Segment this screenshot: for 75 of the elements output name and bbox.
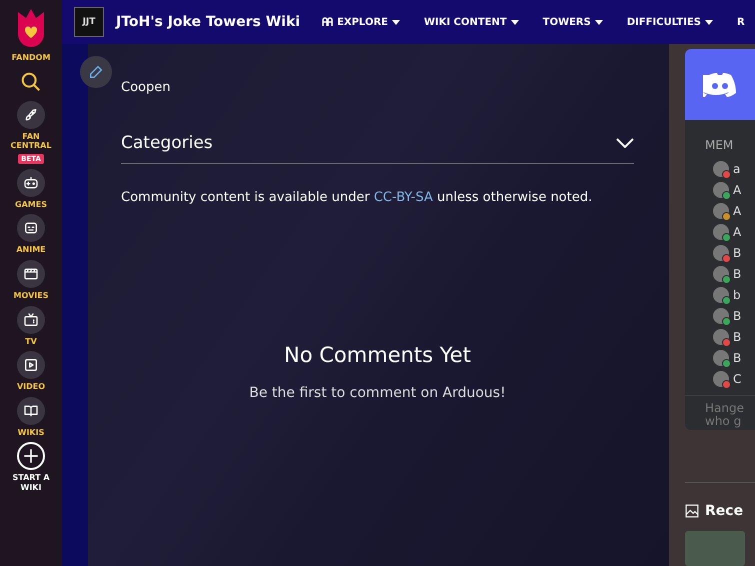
rail-icon-button[interactable] [17, 260, 45, 288]
recent-images-heading: Rece [705, 503, 744, 519]
member-name[interactable]: B [733, 246, 742, 260]
author-name[interactable]: Coopen [121, 80, 634, 95]
member-name[interactable]: a [733, 162, 740, 176]
caret-icon [705, 20, 713, 24]
member-avatar[interactable] [713, 266, 729, 282]
rail-item-label[interactable]: FAN CENTRAL [4, 132, 58, 151]
member-avatar[interactable] [713, 160, 729, 176]
license-text: Community content is available under CC-BY-SA unless otherwise noted. [121, 190, 594, 205]
discord-logo[interactable] [703, 72, 737, 98]
rail-item-label[interactable]: VIDEO [4, 382, 58, 392]
member-avatar[interactable] [713, 286, 729, 302]
rail-icon-button[interactable] [17, 442, 45, 470]
gamepad-icon [23, 174, 39, 191]
member-avatar[interactable] [713, 224, 729, 240]
caret-icon [510, 20, 519, 24]
image-icon [685, 504, 699, 518]
fandom-label[interactable]: FANDOM [4, 53, 58, 63]
member-avatar[interactable] [713, 328, 729, 344]
rail-item-label[interactable]: GAMES [4, 200, 58, 210]
rail-icon-button[interactable] [17, 100, 45, 129]
member-name[interactable]: C [733, 372, 742, 386]
wiki-logo[interactable]: JJT [74, 7, 104, 37]
member-name[interactable]: B [733, 308, 742, 322]
nav-menu-item[interactable]: WIKI CONTENT [424, 16, 519, 28]
member-name[interactable]: A [733, 224, 742, 238]
members-heading: MEM [705, 138, 734, 152]
member-avatar[interactable] [713, 308, 729, 324]
member-avatar[interactable] [713, 370, 729, 386]
nav-menu-item[interactable]: EXPLORE [322, 16, 400, 28]
license-link[interactable]: CC-BY-SA [374, 190, 433, 205]
no-comments-subtitle: Be the first to comment on Arduous! [249, 385, 506, 401]
rail-icon-button[interactable] [17, 396, 45, 425]
rail-item-label[interactable]: MOVIES [4, 290, 58, 301]
categories-title[interactable]: Categories [121, 133, 213, 153]
rail-item-label[interactable]: TV [4, 336, 58, 346]
rail-icon-button[interactable] [17, 168, 45, 197]
nav-menu-item[interactable]: TOWERS [542, 16, 603, 28]
member-name[interactable]: B [733, 350, 742, 364]
caret-icon [594, 20, 603, 24]
member-avatar[interactable] [713, 202, 729, 218]
caret-icon [392, 20, 400, 24]
member-name[interactable]: A [733, 204, 742, 218]
nav-menu-item[interactable]: R [737, 16, 745, 28]
rail-icon-button[interactable] [17, 306, 45, 334]
rail-item-label[interactable]: START A WIKI [4, 473, 58, 493]
member-name[interactable]: b [733, 288, 741, 302]
explore-icon [322, 17, 334, 27]
rail-icon-button[interactable] [17, 214, 45, 242]
chevron-icon[interactable] [616, 138, 634, 148]
no-comments-title: No Comments Yet [284, 343, 471, 367]
open-book-icon [23, 402, 39, 419]
pencil-icon [88, 64, 104, 80]
tv-icon [23, 312, 39, 328]
clapperboard-icon [23, 266, 39, 282]
member-avatar[interactable] [713, 350, 729, 366]
edit-button[interactable] [80, 56, 112, 88]
plus-icon [22, 447, 40, 466]
rail-item-label[interactable]: ANIME [4, 245, 58, 255]
member-avatar[interactable] [713, 244, 729, 260]
video-play-icon [23, 357, 39, 374]
member-name[interactable]: A [733, 182, 742, 196]
wiki-name[interactable]: JToH's Joke Towers Wiki [116, 14, 300, 30]
member-avatar[interactable] [713, 182, 729, 198]
smiley-face-icon [23, 220, 39, 236]
member-name[interactable]: B [733, 266, 742, 280]
categories-toggle[interactable]: Categories [121, 133, 634, 164]
rail-item-label[interactable]: WIKIS [4, 428, 58, 438]
discord-footer-text: Hange [705, 402, 745, 416]
search-icon [20, 70, 42, 93]
member-name[interactable]: B [733, 330, 742, 344]
rail-icon-button[interactable] [17, 351, 45, 380]
nav-menu-item[interactable]: DIFFICULTIES [626, 16, 713, 28]
discord-footer-text: who g [705, 415, 742, 428]
